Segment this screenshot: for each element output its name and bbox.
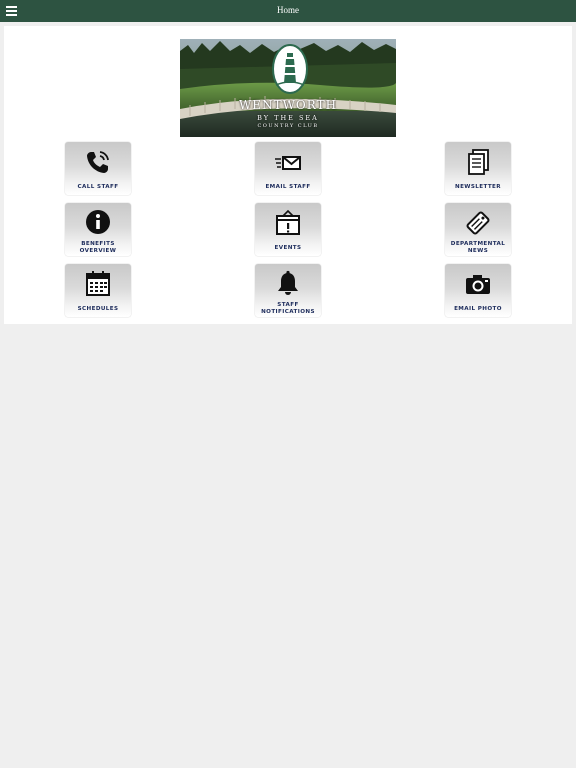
tile-label: EVENTS [274,245,302,251]
bell-icon [278,270,298,295]
top-bar: Home [0,0,576,22]
brand-name: WENTWORTH [238,98,338,112]
tile-label: EMAIL STAFF [265,184,311,190]
info-icon [86,210,110,234]
call-staff-button[interactable]: CALL STAFF [65,142,131,195]
calendar-icon [86,271,110,296]
staff-notifications-button[interactable]: STAFF NOTIFICATIONS [255,264,321,317]
tile-label: BENEFITS OVERVIEW [79,241,117,254]
tile-label: CALL STAFF [77,184,119,190]
events-button[interactable]: EVENTS [255,203,321,256]
email-staff-button[interactable]: EMAIL STAFF [255,142,321,195]
newsletter-button[interactable]: NEWSLETTER [445,142,511,195]
benefits-overview-button[interactable]: BENEFITS OVERVIEW [65,203,131,256]
schedules-button[interactable]: SCHEDULES [65,264,131,317]
email-icon [275,156,301,170]
tile-label: STAFF NOTIFICATIONS [261,302,315,315]
brand-subtitle: COUNTRY CLUB [257,123,319,129]
tile-label: SCHEDULES [77,306,119,312]
departmental-news-button[interactable]: DEPARTMENTAL NEWS [445,203,511,256]
phone-icon [87,151,109,173]
club-banner-image: WENTWORTH BY THE SEA COUNTRY CLUB [180,39,396,137]
brand-tagline: BY THE SEA [257,114,319,122]
newsletter-icon [468,149,489,175]
page-title: Home [277,5,299,15]
tile-label: DEPARTMENTAL NEWS [450,241,506,254]
email-photo-button[interactable]: EMAIL PHOTO [445,264,511,317]
camera-icon [466,275,490,294]
events-alert-icon [276,209,300,235]
tile-label: NEWSLETTER [455,184,501,190]
tile-label: EMAIL PHOTO [454,306,502,312]
news-tag-icon [466,211,490,235]
